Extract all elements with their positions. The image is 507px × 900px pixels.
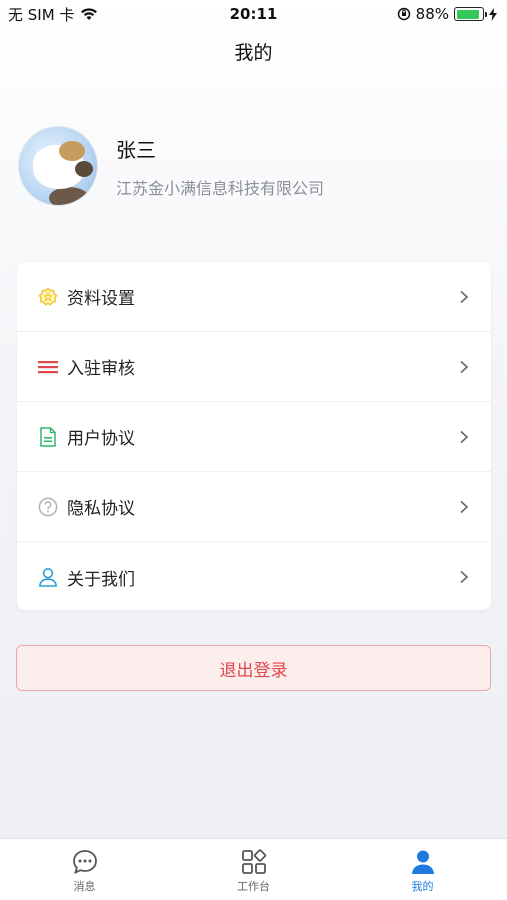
status-bar: 无 SIM 卡 20:11 88% (0, 0, 507, 28)
tab-mine[interactable]: 我的 (338, 839, 507, 900)
chevron-right-icon (460, 290, 469, 303)
wifi-icon (81, 8, 98, 20)
menu-label-about-us: 关于我们 (67, 569, 135, 590)
menu-label-profile-settings: 资料设置 (67, 289, 135, 309)
tab-label-workbench: 工作台 (237, 880, 270, 893)
avatar[interactable] (18, 126, 98, 206)
chevron-right-icon (460, 500, 469, 513)
menu-item-profile-settings[interactable]: 资料设置 (17, 262, 491, 332)
star-badge-icon (37, 286, 59, 308)
list-icon (37, 356, 59, 378)
profile-text: 张三 江苏金小满信息科技有限公司 (116, 134, 324, 199)
orientation-lock-icon (397, 7, 410, 21)
menu-card: 资料设置 入驻审核 用户协议 隐私协议 关于我们 (17, 262, 491, 610)
menu-label-user-agreement: 用户协议 (67, 429, 135, 449)
carrier-label: 无 SIM 卡 (8, 5, 75, 24)
battery-percent: 88% (415, 5, 449, 23)
tab-messages[interactable]: 消息 (0, 839, 169, 900)
menu-label-onboarding-review: 入驻审核 (67, 359, 135, 379)
status-time: 20:11 (229, 5, 278, 23)
page-title: 我的 (234, 42, 273, 64)
person-icon (411, 850, 434, 874)
battery-level (456, 9, 479, 19)
question-icon (37, 496, 59, 518)
grid-icon (241, 849, 266, 874)
chevron-right-icon (460, 430, 469, 443)
chat-icon (72, 850, 97, 875)
document-icon (37, 426, 59, 448)
battery-icon (454, 7, 487, 21)
status-left: 无 SIM 卡 (8, 4, 98, 25)
chevron-right-icon (460, 570, 469, 584)
menu-item-about-us[interactable]: 关于我们 (17, 542, 491, 612)
menu-item-onboarding-review[interactable]: 入驻审核 (17, 332, 491, 402)
chevron-right-icon (460, 360, 469, 373)
charging-bolt-icon (489, 7, 497, 21)
status-right: 88% (397, 5, 497, 23)
tab-workbench[interactable]: 工作台 (169, 839, 338, 900)
user-icon (37, 566, 59, 588)
menu-label-privacy-policy: 隐私协议 (67, 499, 135, 519)
profile-company: 江苏金小满信息科技有限公司 (116, 178, 325, 198)
tab-label-messages: 消息 (73, 880, 96, 893)
profile-section[interactable]: 张三 江苏金小满信息科技有限公司 (18, 126, 324, 206)
profile-name: 张三 (116, 137, 156, 162)
tab-bar: 消息 工作台 我的 (0, 838, 507, 900)
tab-label-mine: 我的 (411, 880, 434, 893)
menu-item-privacy-policy[interactable]: 隐私协议 (17, 472, 491, 542)
logout-button[interactable]: 退出登录 (16, 645, 491, 691)
menu-item-user-agreement[interactable]: 用户协议 (17, 402, 491, 472)
